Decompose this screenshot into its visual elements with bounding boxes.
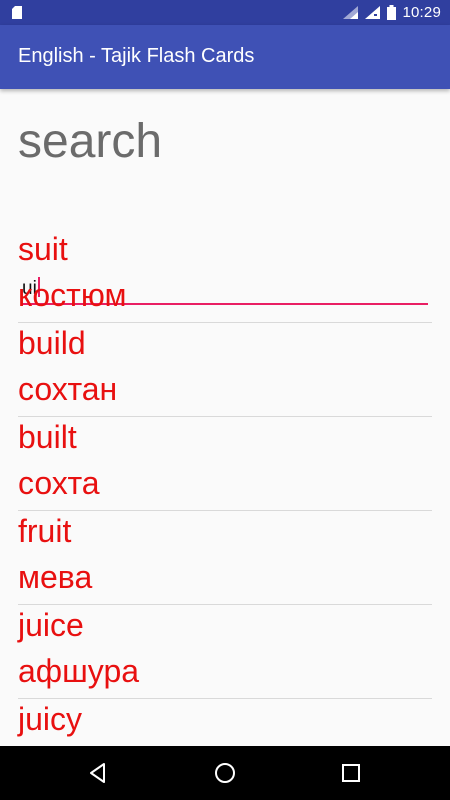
english-word[interactable]: suit [18,231,68,268]
app-title: English - Tajik Flash Cards [18,45,255,67]
list-item[interactable]: fruit мева [18,511,432,605]
tajik-word[interactable]: сохта [18,465,100,502]
list-item[interactable]: juicy [18,699,432,746]
wifi-icon [343,5,359,19]
list-item[interactable]: build сохтан [18,323,432,417]
tajik-word[interactable]: афшура [18,653,139,690]
list-item[interactable]: juice афшура [18,605,432,699]
english-word[interactable]: built [18,419,77,456]
status-icons: 10:29 [343,0,441,25]
results-list[interactable]: suit костюм build сохтан built сохта fru… [18,229,432,746]
tajik-word[interactable]: мева [18,559,92,596]
clock: 10:29 [402,4,441,21]
list-item[interactable]: built сохта [18,417,432,511]
recents-icon[interactable] [339,761,363,785]
tajik-word[interactable]: костюм [18,277,126,314]
status-bar: 10:29 [0,0,450,25]
english-word[interactable]: build [18,325,86,362]
signal-icon [365,5,381,19]
search-heading: search [18,115,163,168]
navigation-bar [0,746,450,800]
back-icon[interactable] [86,761,110,785]
sd-card-icon [12,6,22,19]
main-content: search ui suit костюм build сохтан built… [0,89,450,746]
tajik-word[interactable]: сохтан [18,371,117,408]
home-icon[interactable] [213,761,237,785]
english-word[interactable]: fruit [18,513,71,550]
app-bar: English - Tajik Flash Cards [0,25,450,89]
battery-icon [387,5,397,20]
english-word[interactable]: juice [18,607,84,644]
list-item[interactable]: suit костюм [18,229,432,323]
english-word[interactable]: juicy [18,701,82,738]
